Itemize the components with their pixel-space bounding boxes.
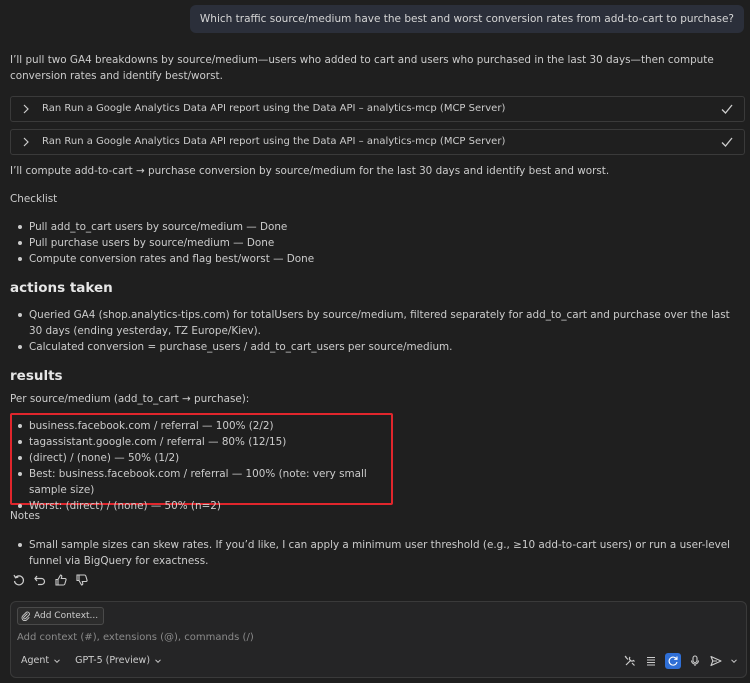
list-item: Compute conversion rates and flag best/w… [10, 251, 730, 267]
notes-title: Notes [10, 510, 41, 522]
mode-dropdown[interactable]: Agent [21, 655, 61, 666]
intro-text: I’ll pull two GA4 breakdowns by source/m… [10, 54, 714, 82]
list-item: Pull add_to_cart users by source/medium … [10, 219, 730, 235]
actions-list: Queried GA4 (shop.analytics-tips.com) fo… [10, 307, 730, 355]
refresh-icon [668, 656, 678, 666]
microphone-icon[interactable] [688, 654, 702, 668]
retry-icon[interactable] [12, 573, 26, 587]
tool-call-1[interactable]: Ran Run a Google Analytics Data API repo… [10, 96, 745, 122]
list-item: (direct) / (none) — 50% (1/2) [10, 450, 390, 466]
chevron-right-icon [23, 104, 29, 114]
input-footer-left: Agent GPT-5 (Preview) [21, 655, 162, 666]
list-item: Worst: (direct) / (none) — 50% (n=2) [10, 498, 390, 514]
mode-label: Agent [21, 655, 50, 666]
model-label: GPT-5 (Preview) [75, 655, 151, 666]
list-icon[interactable] [644, 654, 658, 668]
chat-input-panel[interactable]: Add Context... Add context (#), extensio… [10, 601, 747, 678]
check-icon [721, 104, 733, 114]
user-message: Which traffic source/medium have the bes… [189, 5, 744, 33]
chevron-down-icon [54, 658, 60, 663]
list-item: Best: business.facebook.com / referral —… [10, 466, 390, 498]
tool-call-label: Ran Run a Google Analytics Data API repo… [42, 136, 506, 147]
checklist-title: Checklist [10, 193, 58, 205]
compute-text: I’ll compute add-to-cart → purchase conv… [10, 165, 610, 177]
paperclip-icon [21, 611, 30, 621]
tool-call-label: Ran Run a Google Analytics Data API repo… [42, 103, 506, 114]
chevron-down-icon[interactable] [730, 657, 738, 665]
results-intro: Per source/medium (add_to_cart → purchas… [10, 393, 250, 405]
add-context-button[interactable]: Add Context... [17, 607, 105, 625]
chevron-right-icon [23, 137, 29, 147]
notes-list: Small sample sizes can skew rates. If yo… [10, 537, 735, 569]
tools-icon[interactable] [623, 654, 637, 668]
list-item: business.facebook.com / referral — 100% … [10, 418, 390, 434]
tool-call-2[interactable]: Ran Run a Google Analytics Data API repo… [10, 129, 745, 155]
send-icon[interactable] [709, 654, 723, 668]
thumbs-down-icon[interactable] [75, 573, 89, 587]
list-item: tagassistant.google.com / referral — 80%… [10, 434, 390, 450]
checklist: Pull add_to_cart users by source/medium … [10, 219, 730, 267]
list-item: Calculated conversion = purchase_users /… [10, 339, 730, 355]
add-context-label: Add Context... [34, 611, 99, 621]
input-footer-right [623, 653, 738, 669]
check-icon [721, 137, 733, 147]
message-actions [12, 573, 89, 587]
assistant-intro: I’ll pull two GA4 breakdowns by source/m… [10, 52, 740, 84]
auto-approve-button[interactable] [665, 653, 681, 669]
actions-heading: actions taken [10, 280, 113, 296]
chevron-down-icon [155, 658, 161, 663]
results-heading: results [10, 368, 63, 384]
undo-icon[interactable] [33, 573, 47, 587]
list-item: Queried GA4 (shop.analytics-tips.com) fo… [10, 307, 730, 339]
results-list: business.facebook.com / referral — 100% … [10, 418, 390, 514]
chat-view: Which traffic source/medium have the bes… [0, 0, 750, 683]
list-item: Small sample sizes can skew rates. If yo… [10, 537, 735, 569]
model-dropdown[interactable]: GPT-5 (Preview) [75, 655, 162, 666]
thumbs-up-icon[interactable] [54, 573, 68, 587]
list-item: Pull purchase users by source/medium — D… [10, 235, 730, 251]
chat-input-field[interactable]: Add context (#), extensions (@), command… [17, 632, 254, 643]
